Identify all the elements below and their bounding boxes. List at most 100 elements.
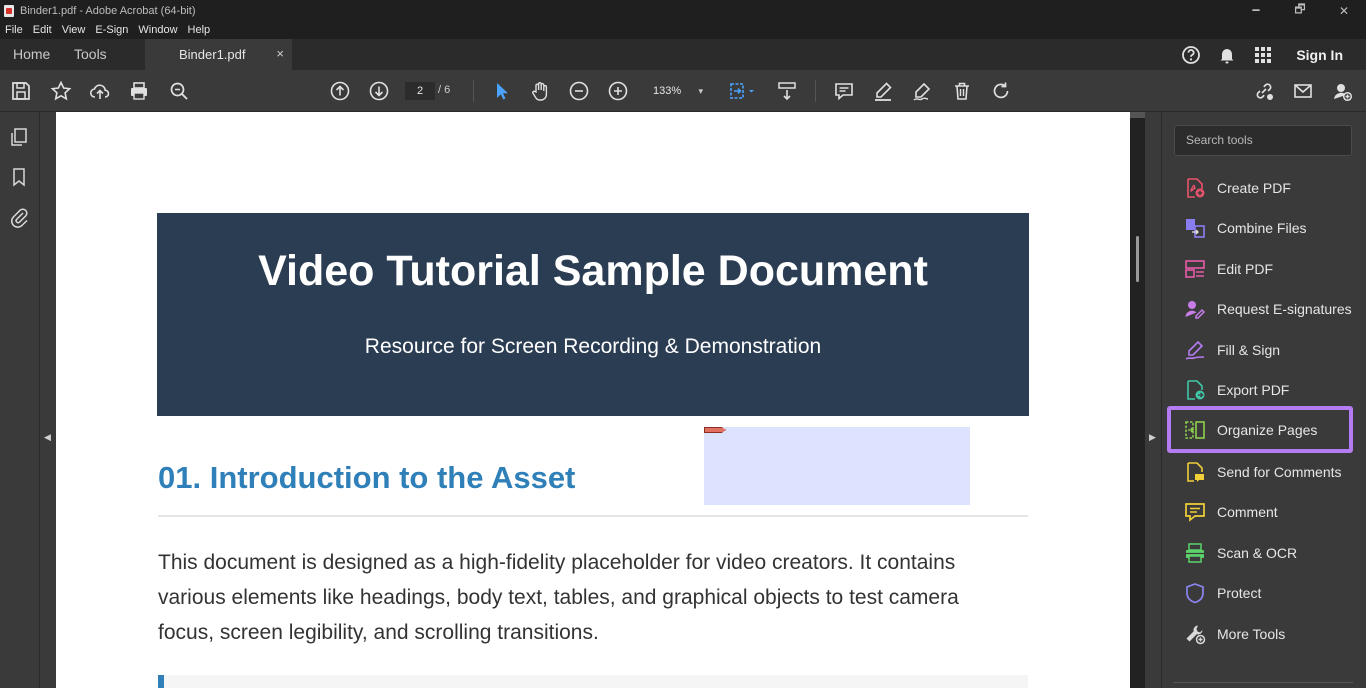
document-title: Video Tutorial Sample Document	[258, 247, 928, 295]
bookmark-star-icon[interactable]	[49, 79, 73, 103]
hand-tool-icon[interactable]	[528, 79, 552, 103]
email-envelope-icon[interactable]	[1291, 79, 1315, 103]
bookmarks-icon[interactable]	[8, 166, 30, 188]
tab-document[interactable]: Binder1.pdf ×	[145, 39, 292, 70]
page-thumbnails-icon[interactable]	[8, 126, 30, 148]
close-window-button[interactable]: ✕	[1322, 0, 1366, 21]
account-area: Sign In	[1180, 39, 1366, 70]
highlight-pen-icon[interactable]	[871, 79, 895, 103]
more-tools-icon	[1183, 622, 1207, 646]
menu-window[interactable]: Window	[138, 24, 177, 36]
tool-label: Protect	[1217, 585, 1262, 601]
tab-home[interactable]: Home	[13, 39, 50, 70]
apps-grid-icon[interactable]	[1252, 44, 1274, 66]
select-cursor-icon[interactable]	[489, 79, 513, 103]
chevron-down-icon: ▾	[698, 86, 703, 96]
menu-file[interactable]: File	[5, 24, 23, 36]
tool-request-esignatures[interactable]: Request E-signatures	[1167, 289, 1353, 329]
cloud-upload-icon[interactable]	[88, 79, 112, 103]
tool-label: Export PDF	[1217, 382, 1290, 398]
tool-label: Combine Files	[1217, 220, 1307, 236]
tool-combine-files[interactable]: Combine Files	[1167, 208, 1353, 248]
tool-more-tools[interactable]: More Tools	[1167, 614, 1353, 654]
collapse-left-pane-icon[interactable]: ◀	[44, 432, 52, 446]
document-subtitle: Resource for Screen Recording & Demonstr…	[364, 335, 822, 358]
tool-fill-sign[interactable]: Fill & Sign	[1167, 330, 1353, 370]
sign-pen-icon[interactable]	[910, 79, 934, 103]
menu-view[interactable]: View	[62, 24, 86, 36]
tool-send-for-comments[interactable]: Send for Comments	[1167, 452, 1353, 492]
help-icon[interactable]	[1180, 44, 1202, 66]
export-pdf-icon	[1183, 378, 1207, 402]
sign-in-button[interactable]: Sign In	[1296, 47, 1343, 63]
panel-divider	[1173, 682, 1353, 683]
zoom-in-icon[interactable]	[606, 79, 630, 103]
menu-help[interactable]: Help	[188, 24, 211, 36]
tool-label: Comment	[1217, 504, 1278, 520]
menu-bar: File Edit View E-Sign Window Help	[0, 21, 1366, 39]
intro-paragraph: This document is designed as a high-fide…	[158, 551, 959, 644]
tab-tools[interactable]: Tools	[74, 39, 107, 70]
tools-pane: Search tools Create PDF Combine Files Ed…	[1163, 112, 1366, 688]
notifications-bell-icon[interactable]	[1216, 44, 1238, 66]
organize-pages-icon	[1183, 418, 1207, 442]
tool-label: Scan & OCR	[1217, 545, 1298, 561]
selected-shape-box[interactable]	[704, 427, 970, 505]
save-icon[interactable]	[9, 79, 33, 103]
tool-comment[interactable]: Comment	[1167, 492, 1353, 532]
left-navigation-rail	[0, 112, 40, 688]
menu-esign[interactable]: E-Sign	[95, 24, 128, 36]
protect-icon	[1183, 581, 1207, 605]
edit-pdf-icon	[1183, 257, 1207, 281]
search-tools-input[interactable]: Search tools	[1174, 125, 1352, 156]
close-tab-icon[interactable]: ×	[276, 46, 284, 61]
zoom-level-value: 133%	[653, 85, 682, 97]
scroll-mode-icon[interactable]	[775, 79, 799, 103]
tool-label: Organize Pages	[1217, 421, 1318, 438]
comment-tool-icon[interactable]	[832, 79, 856, 103]
acrobat-window: Binder1.pdf - Adobe Acrobat (64-bit) 🗕 🗗…	[0, 0, 1366, 688]
tool-scan-ocr[interactable]: Scan & OCR	[1167, 533, 1353, 573]
title-bar: Binder1.pdf - Adobe Acrobat (64-bit) 🗕 🗗…	[0, 0, 1366, 21]
fill-sign-icon	[1183, 338, 1207, 362]
comment-icon	[1183, 500, 1207, 524]
page-fit-icon[interactable]	[728, 79, 758, 103]
tool-export-pdf[interactable]: Export PDF	[1167, 370, 1353, 410]
zoom-level-dropdown[interactable]: 133% ▾	[645, 82, 707, 100]
tool-label: Edit PDF	[1217, 261, 1274, 277]
request-esign-icon	[1183, 297, 1207, 321]
toolbar-divider	[815, 80, 816, 102]
tool-organize-pages[interactable]: Organize Pages	[1167, 406, 1353, 453]
tool-label: Create PDF	[1217, 180, 1291, 196]
page-number-input[interactable]: 2	[405, 82, 435, 100]
add-user-icon[interactable]	[1330, 79, 1354, 103]
combine-files-icon	[1183, 216, 1207, 240]
menu-edit[interactable]: Edit	[33, 24, 52, 36]
window-controls: 🗕 🗗 ✕	[1234, 0, 1366, 21]
next-page-icon[interactable]	[367, 79, 391, 103]
toolbar-divider	[473, 80, 474, 102]
collapse-right-pane-icon[interactable]: ▶	[1149, 432, 1156, 443]
minimize-button[interactable]: 🗕	[1234, 0, 1278, 21]
main-toolbar: 2 / 6 133% ▾	[0, 70, 1366, 112]
share-link-icon[interactable]	[1252, 79, 1276, 103]
right-pane-divider	[1145, 112, 1162, 688]
maximize-button[interactable]: 🗗	[1278, 0, 1322, 21]
previous-page-icon[interactable]	[328, 79, 352, 103]
blockquote-box	[164, 675, 1028, 688]
print-icon[interactable]	[127, 79, 151, 103]
scrollbar-thumb[interactable]	[1136, 236, 1139, 282]
tool-protect[interactable]: Protect	[1167, 573, 1353, 613]
zoom-out-icon[interactable]	[567, 79, 591, 103]
delete-trash-icon[interactable]	[950, 79, 974, 103]
scan-ocr-icon	[1183, 541, 1207, 565]
attachments-paperclip-icon[interactable]	[8, 206, 30, 228]
tool-label: Fill & Sign	[1217, 342, 1281, 358]
tool-edit-pdf[interactable]: Edit PDF	[1167, 249, 1353, 289]
section-divider	[158, 515, 1028, 517]
rotate-icon[interactable]	[989, 79, 1013, 103]
tool-label: Request E-signatures	[1217, 301, 1352, 317]
find-zoom-icon[interactable]	[167, 79, 191, 103]
tool-create-pdf[interactable]: Create PDF	[1167, 168, 1353, 208]
vertical-scrollbar[interactable]	[1130, 112, 1145, 688]
